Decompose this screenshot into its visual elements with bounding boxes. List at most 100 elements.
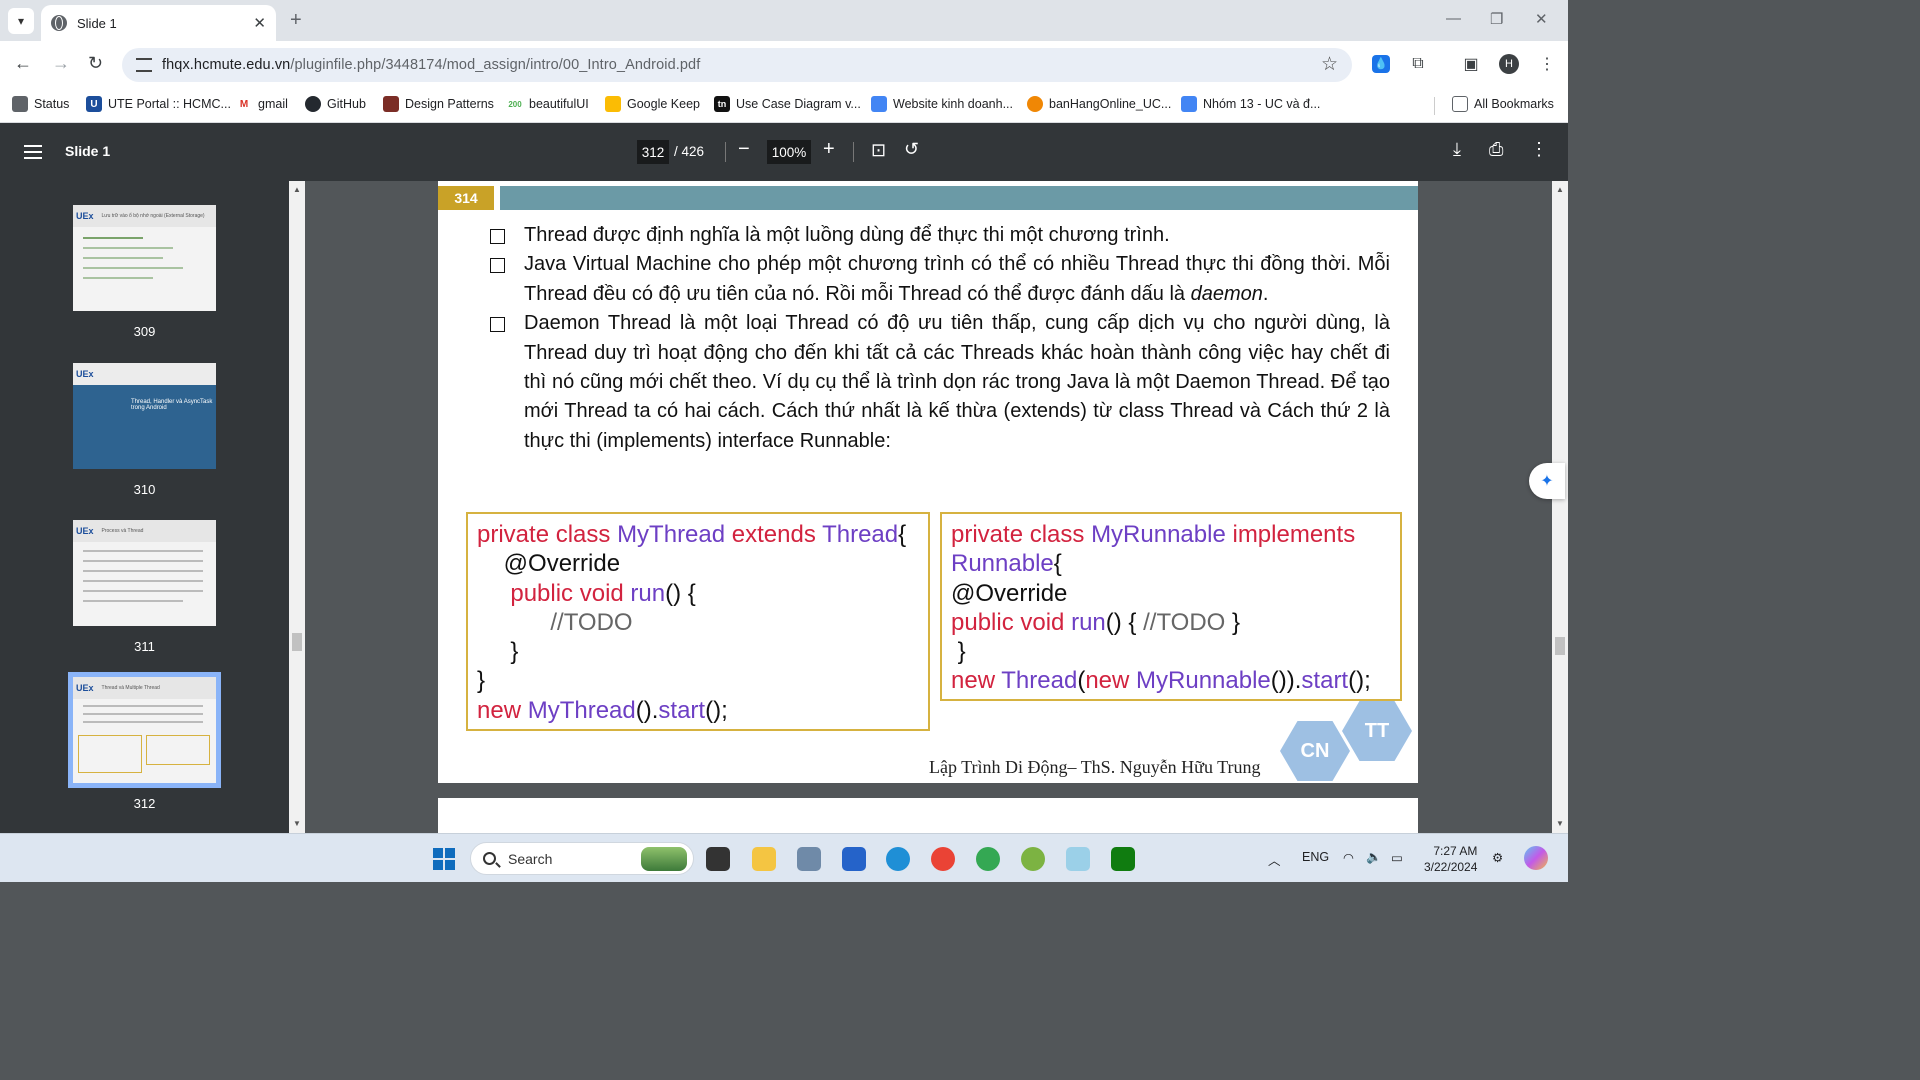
bookmark-item[interactable]: Status	[12, 96, 69, 112]
download-icon[interactable]: ⤓	[1453, 139, 1461, 160]
bookmark-item[interactable]: Google Keep	[605, 96, 700, 112]
calculator-icon[interactable]	[797, 847, 821, 871]
side-panel-icon[interactable]: ▣	[1461, 54, 1481, 74]
profile-avatar[interactable]: H	[1499, 54, 1519, 74]
rotate-icon[interactable]: ↺	[904, 139, 919, 160]
extensions-puzzle-icon[interactable]: ⧉	[1408, 54, 1428, 74]
ute-logo: UEx	[76, 683, 94, 693]
bookmark-item[interactable]: Nhóm 13 - UC và đ...	[1181, 96, 1320, 112]
thumbnail-line	[83, 247, 173, 249]
thumbnail-line	[83, 713, 203, 715]
all-bookmarks-button[interactable]: All Bookmarks	[1452, 96, 1554, 112]
clock[interactable]: 7:27 AM 3/22/2024	[1424, 843, 1477, 875]
ute-logo: UEx	[76, 369, 94, 379]
scrollbar-thumb[interactable]	[292, 633, 302, 651]
bookmark-item[interactable]: banHangOnline_UC...	[1027, 96, 1171, 112]
bookmark-item[interactable]: Mgmail	[236, 96, 288, 112]
wifi-icon[interactable]: ◠	[1343, 850, 1354, 865]
bookmark-star-icon[interactable]: ☆	[1321, 53, 1338, 76]
site-info-icon[interactable]	[136, 58, 152, 72]
thumbnail-line	[83, 560, 203, 562]
chevron-down-icon: ▾	[17, 14, 25, 28]
back-icon[interactable]: ←	[14, 53, 32, 74]
file-explorer-icon[interactable]	[752, 847, 776, 871]
tab-search-button[interactable]: ▾	[8, 8, 34, 34]
thumbnail-codebox	[146, 735, 210, 765]
task-view-icon[interactable]	[706, 847, 730, 871]
address-bar[interactable]: fhqx.hcmute.edu.vn/pluginfile.php/344817…	[122, 48, 1352, 82]
bookmark-item[interactable]: tn Use Case Diagram v...	[714, 96, 861, 112]
notepad-icon[interactable]	[842, 847, 866, 871]
reload-icon[interactable]: ↻	[88, 53, 103, 74]
thumbnail-line	[83, 257, 163, 259]
page-number-input[interactable]: 312	[637, 140, 669, 164]
thumbnail-header: UEx Thread và Multiple Thread	[73, 677, 216, 699]
start-button-icon[interactable]	[433, 848, 455, 870]
close-window-icon[interactable]: ✕	[1535, 10, 1548, 28]
extension-drop-icon[interactable]: 💧	[1371, 54, 1391, 74]
page-thumbnail-selected[interactable]: UEx Thread và Multiple Thread	[68, 672, 221, 788]
taskbar-search[interactable]: Search	[470, 842, 694, 875]
tray-expand-icon[interactable]: ︿	[1268, 850, 1281, 869]
chrome-alt-icon[interactable]	[1021, 847, 1045, 871]
battery-icon[interactable]: ▭	[1391, 850, 1403, 865]
copilot-icon[interactable]	[1524, 846, 1548, 870]
scroll-down-icon[interactable]: ▼	[1556, 819, 1564, 828]
bookmark-item[interactable]: Design Patterns	[383, 96, 494, 112]
page-thumbnail[interactable]: UEx Lưu trữ vào ổ bộ nhớ ngoài (External …	[73, 205, 216, 311]
thumbnail-codebox	[78, 735, 142, 773]
extension-floating-icon[interactable]: ✦	[1529, 463, 1565, 499]
pdf-page: 314 Thread được định nghĩa là một luồng …	[438, 181, 1418, 783]
language-indicator[interactable]: ENG	[1302, 850, 1329, 864]
docs-icon	[1181, 96, 1197, 112]
scrollbar-thumb[interactable]	[1555, 637, 1565, 655]
more-options-icon[interactable]: ⋮	[1530, 139, 1548, 160]
sidebar-scrollbar[interactable]: ▲ ▼	[289, 181, 305, 833]
scroll-up-icon[interactable]: ▲	[1556, 185, 1564, 194]
bookmark-item[interactable]: Website kinh doanh...	[871, 96, 1013, 112]
document-icon	[12, 96, 28, 112]
forward-icon[interactable]: →	[52, 53, 70, 74]
volume-icon[interactable]: 🔈	[1366, 850, 1382, 865]
notification-icon[interactable]: ⚙	[1492, 850, 1503, 865]
chrome-profile-icon[interactable]	[976, 847, 1000, 871]
bookmark-item[interactable]: U UTE Portal :: HCMC...	[86, 96, 231, 112]
page-thumbnail[interactable]: UEx Process và Thread	[73, 520, 216, 626]
bookmark-item[interactable]: GitHub	[305, 96, 366, 112]
menu-icon[interactable]	[24, 145, 42, 159]
xbox-icon[interactable]	[1111, 847, 1135, 871]
thumbnail-line	[83, 580, 203, 582]
close-tab-icon[interactable]: ✕	[253, 14, 266, 32]
chrome-icon[interactable]	[931, 847, 955, 871]
viewer-scrollbar[interactable]: ▲ ▼	[1552, 181, 1568, 833]
bookmark-item[interactable]: 200 beautifulUI	[507, 96, 589, 112]
divider	[725, 142, 726, 162]
edge-icon[interactable]	[886, 847, 910, 871]
refactoring-icon	[383, 96, 399, 112]
app-icon[interactable]	[1066, 847, 1090, 871]
thumbnail-header: UEx	[73, 363, 216, 385]
thumbnail-number: 312	[133, 796, 156, 811]
print-icon[interactable]: ⎙	[1489, 139, 1503, 160]
thumbnail-line	[83, 237, 143, 239]
page-thumbnail[interactable]: UEx Thread, Handler và AsyncTask trong A…	[73, 363, 216, 469]
zoom-out-icon[interactable]: −	[738, 138, 750, 161]
ui-icon: 200	[507, 96, 523, 112]
new-tab-button[interactable]: +	[290, 9, 302, 32]
pdf-viewer[interactable]: 314 Thread được định nghĩa là một luồng …	[305, 181, 1552, 833]
scroll-up-icon[interactable]: ▲	[293, 185, 301, 194]
scroll-down-icon[interactable]: ▼	[293, 819, 301, 828]
thumbnail-header: UEx Lưu trữ vào ổ bộ nhớ ngoài (External …	[73, 205, 216, 227]
browser-tab[interactable]: Slide 1 ✕	[41, 5, 276, 41]
bullet-item: Daemon Thread là một loại Thread có độ ư…	[490, 309, 1390, 456]
pdf-toolbar: Slide 1 312 / 426 − 100% + ⊡ ↺ ⤓ ⎙ ⋮	[0, 123, 1568, 181]
folder-icon	[1452, 96, 1468, 112]
zoom-in-icon[interactable]: +	[823, 138, 835, 161]
zoom-input[interactable]: 100%	[767, 140, 811, 164]
minimize-icon[interactable]: —	[1446, 10, 1461, 27]
thumbnail-header: UEx Process và Thread	[73, 520, 216, 542]
tab-title: Slide 1	[77, 15, 117, 31]
restore-icon[interactable]: ❐	[1490, 10, 1503, 28]
fit-page-icon[interactable]: ⊡	[871, 140, 886, 161]
more-menu-icon[interactable]: ⋮	[1537, 54, 1557, 74]
